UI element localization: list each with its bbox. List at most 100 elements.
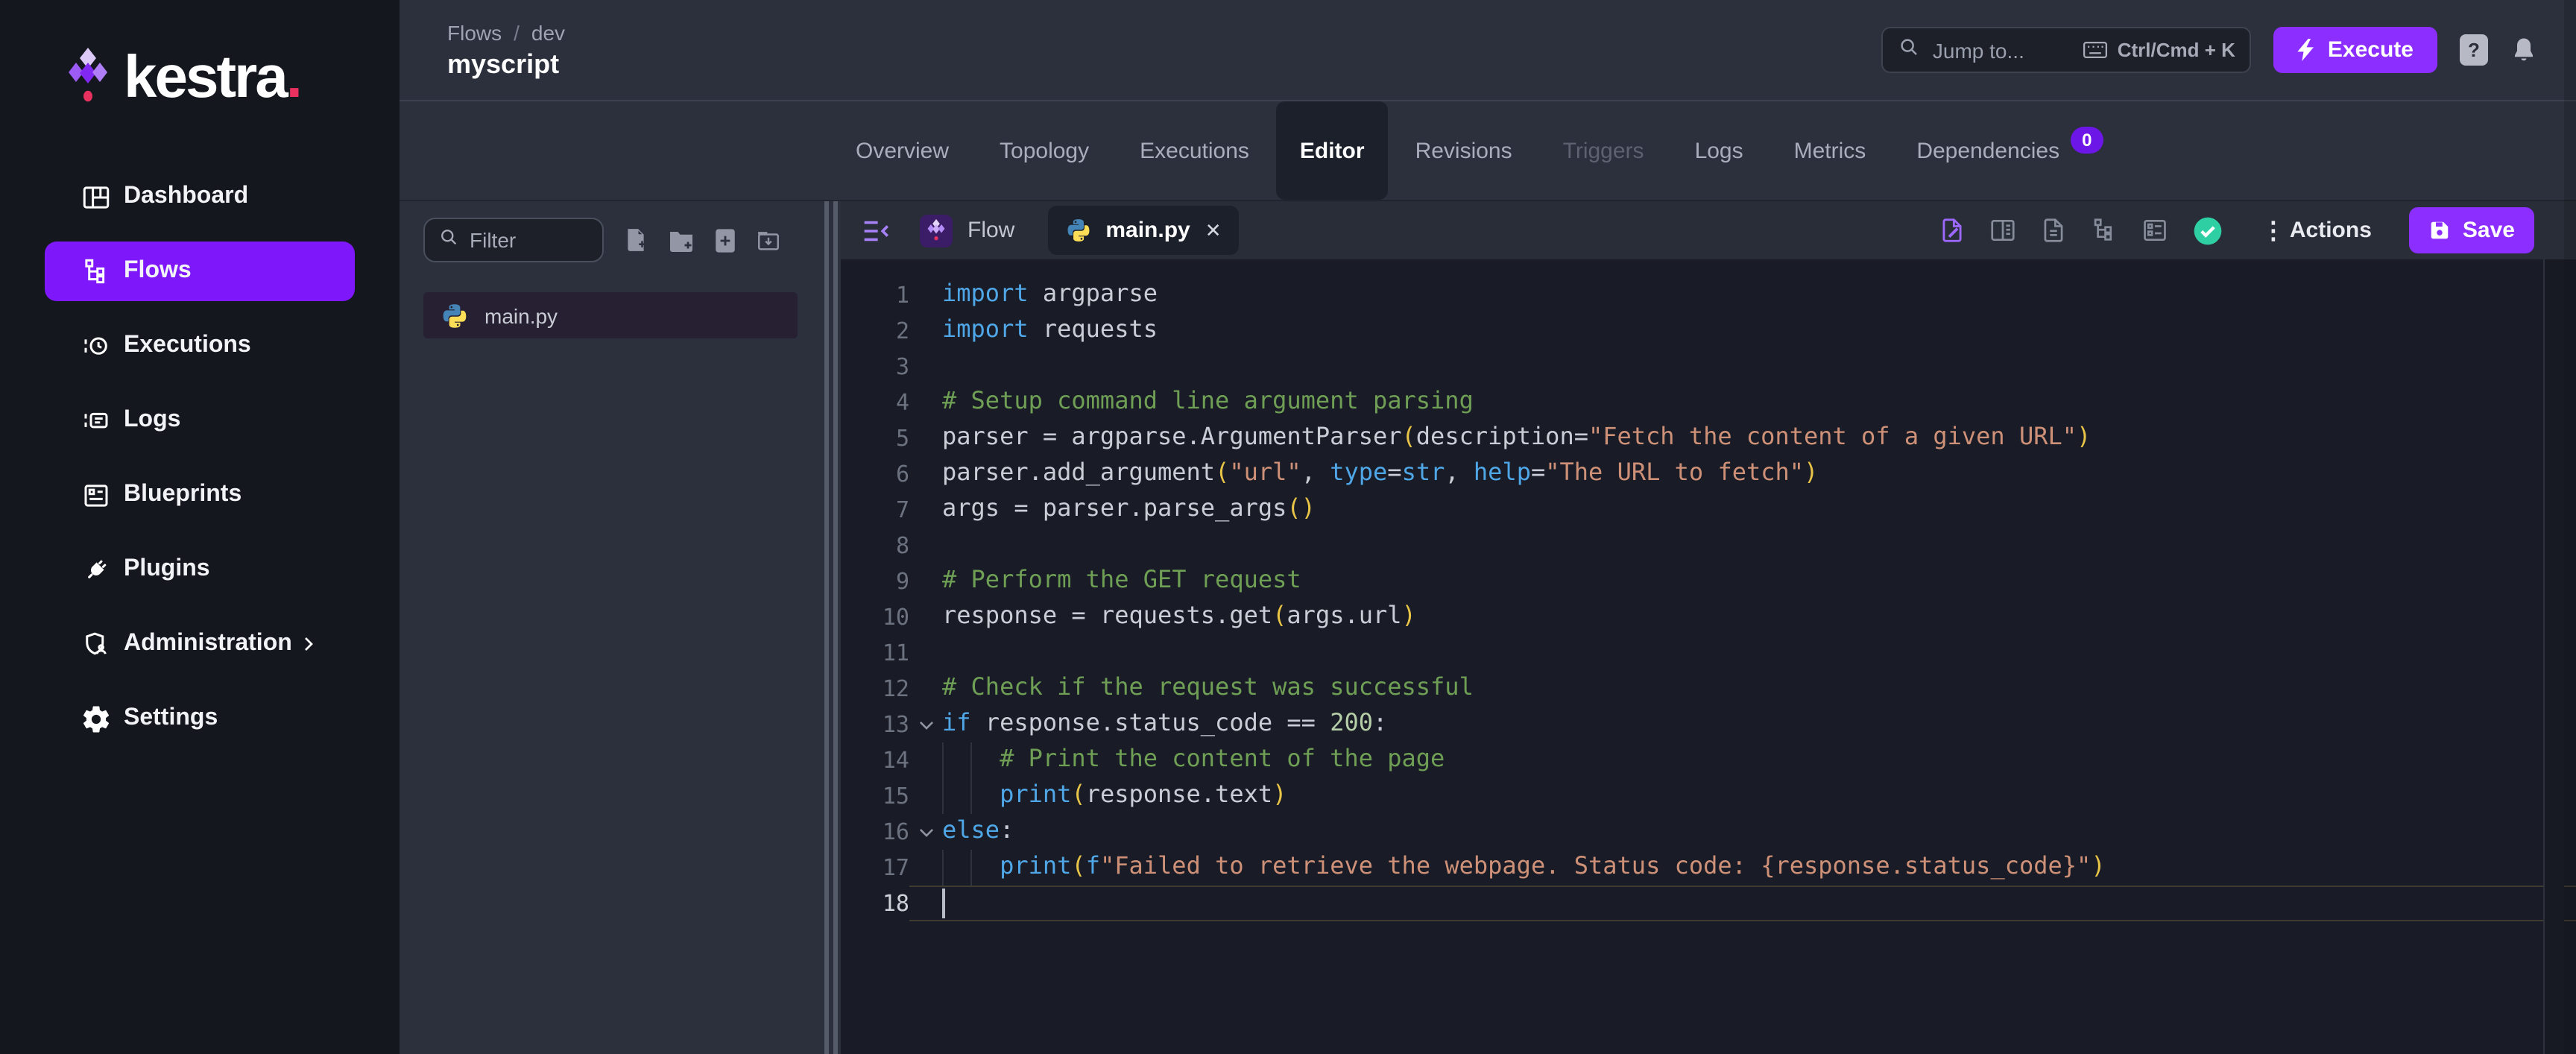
lightning-icon xyxy=(2298,39,2314,61)
indent-guide xyxy=(942,850,944,886)
file-tab-label: main.py xyxy=(1105,218,1190,243)
tab-metrics[interactable]: Metrics xyxy=(1770,101,1890,200)
code-editor[interactable]: 1 import argparse 2 import requests 3 4 # Setu… xyxy=(841,259,2576,1054)
export-folder-icon[interactable] xyxy=(756,227,781,253)
tab-logs[interactable]: Logs xyxy=(1671,101,1767,200)
line-number: 10 xyxy=(882,604,909,631)
breadcrumb-flows[interactable]: Flows xyxy=(447,20,502,44)
code-line[interactable]: 2 import requests xyxy=(841,313,2576,349)
help-icon[interactable]: ? xyxy=(2460,34,2488,66)
file-explorer: main.py xyxy=(400,201,821,1054)
code-line[interactable]: 10 response = requests.get(args.url) xyxy=(841,599,2576,635)
code-line[interactable]: 7 args = parser.parse_args() xyxy=(841,492,2576,528)
line-number: 1 xyxy=(895,282,909,309)
code-line[interactable]: 11 xyxy=(841,635,2576,671)
save-button[interactable]: Save xyxy=(2408,207,2534,253)
sidebar-item-plugins[interactable]: Plugins xyxy=(45,540,355,599)
breadcrumb-namespace[interactable]: dev xyxy=(531,20,565,44)
indent-guide xyxy=(970,778,972,814)
code-text: # Print the content of the page xyxy=(942,742,2576,778)
code-line[interactable]: 14 # Print the content of the page xyxy=(841,742,2576,778)
blueprint-panel-icon[interactable] xyxy=(2141,216,2169,244)
page-scrollbar[interactable] xyxy=(2564,0,2576,1054)
search-input[interactable] xyxy=(1932,38,2071,62)
jump-to-search[interactable]: Ctrl/Cmd + K xyxy=(1881,27,2252,73)
tab-topology[interactable]: Topology xyxy=(976,101,1113,200)
code-line[interactable]: 17 print(f"Failed to retrieve the webpag… xyxy=(841,850,2576,886)
document-icon[interactable] xyxy=(2039,216,2068,244)
code-line[interactable]: 16 else: xyxy=(841,814,2576,850)
filter-box[interactable] xyxy=(423,218,604,262)
keyboard-icon xyxy=(2083,41,2108,59)
indent-guide xyxy=(942,778,944,814)
sidebar-item-executions[interactable]: Executions xyxy=(45,316,355,376)
shield-account-icon xyxy=(79,628,112,660)
sidebar-item-flows[interactable]: Flows xyxy=(45,242,355,301)
code-line[interactable]: 4 # Setup command line argument parsing xyxy=(841,385,2576,420)
actions-button[interactable]: ⋮ Actions xyxy=(2261,215,2372,245)
search-icon xyxy=(438,226,459,254)
line-number: 18 xyxy=(882,890,909,917)
python-icon xyxy=(443,303,467,327)
panel-splitter[interactable] xyxy=(821,201,841,1054)
bell-icon[interactable] xyxy=(2510,35,2537,65)
filter-input[interactable] xyxy=(470,228,589,252)
fold-chevron-icon[interactable] xyxy=(909,814,942,850)
new-file-icon[interactable] xyxy=(623,227,648,253)
logs-icon xyxy=(79,404,112,437)
code-line[interactable]: 3 xyxy=(841,349,2576,385)
code-line[interactable]: 15 print(response.text) xyxy=(841,778,2576,814)
code-line[interactable]: 18 xyxy=(841,886,2576,921)
code-text xyxy=(942,887,2576,920)
kestra-logo[interactable]: kestra. xyxy=(0,0,400,110)
line-number: 3 xyxy=(895,353,909,380)
code-line[interactable]: 8 xyxy=(841,528,2576,564)
tab-revisions[interactable]: Revisions xyxy=(1392,101,1536,200)
line-number: 17 xyxy=(882,854,909,881)
sidebar-item-label: Dashboard xyxy=(124,183,249,209)
file-tab-mainpy[interactable]: main.py ✕ xyxy=(1047,206,1240,255)
new-folder-icon[interactable] xyxy=(668,227,695,253)
split-view-icon[interactable] xyxy=(1989,216,2017,244)
tree-view-icon[interactable] xyxy=(2090,216,2118,244)
fold-chevron-icon[interactable] xyxy=(909,707,942,742)
collapse-sidebar-icon[interactable] xyxy=(862,217,891,244)
import-file-icon[interactable] xyxy=(714,227,736,253)
blueprints-icon xyxy=(79,479,112,511)
editor-scrollbar[interactable] xyxy=(2543,259,2564,1054)
code-line[interactable]: 12 # Check if the request was successful xyxy=(841,671,2576,707)
code-lines: 1 import argparse 2 import requests 3 4 # Setu… xyxy=(841,277,2576,921)
code-line[interactable]: 13 if response.status_code == 200: xyxy=(841,707,2576,742)
sidebar-item-dashboard[interactable]: Dashboard xyxy=(45,167,355,227)
edit-flow-icon[interactable] xyxy=(1938,216,1966,244)
code-text: parser = argparse.ArgumentParser(descrip… xyxy=(942,422,2092,450)
code-line[interactable]: 9 # Perform the GET request xyxy=(841,564,2576,599)
code-line[interactable]: 5 parser = argparse.ArgumentParser(descri… xyxy=(841,420,2576,456)
search-shortcut: Ctrl/Cmd + K xyxy=(2083,39,2235,61)
tab-executions[interactable]: Executions xyxy=(1116,101,1273,200)
file-tree-item-mainpy[interactable]: main.py xyxy=(423,292,798,338)
validation-check-icon[interactable] xyxy=(2191,214,2224,247)
close-tab-icon[interactable]: ✕ xyxy=(1205,221,1222,240)
code-line[interactable]: 6 parser.add_argument("url", type=str, he… xyxy=(841,456,2576,492)
breadcrumb: Flows / dev myscript xyxy=(447,20,565,80)
code-line[interactable]: 1 import argparse xyxy=(841,277,2576,313)
sidebar-item-logs[interactable]: Logs xyxy=(45,391,355,450)
sidebar-item-administration[interactable]: Administration xyxy=(45,614,355,674)
execute-button[interactable]: Execute xyxy=(2273,27,2437,73)
tab-dependencies[interactable]: Dependencies 0 xyxy=(1892,101,2127,200)
line-number: 5 xyxy=(895,425,909,452)
flow-tabs: Overview Topology Executions Editor Revi… xyxy=(400,101,2576,201)
sidebar-item-settings[interactable]: Settings xyxy=(45,689,355,748)
sidebar-item-blueprints[interactable]: Blueprints xyxy=(45,465,355,525)
tab-editor[interactable]: Editor xyxy=(1275,101,1389,200)
flow-editor-tab[interactable]: Flow xyxy=(920,214,1014,247)
tab-overview[interactable]: Overview xyxy=(832,101,973,200)
